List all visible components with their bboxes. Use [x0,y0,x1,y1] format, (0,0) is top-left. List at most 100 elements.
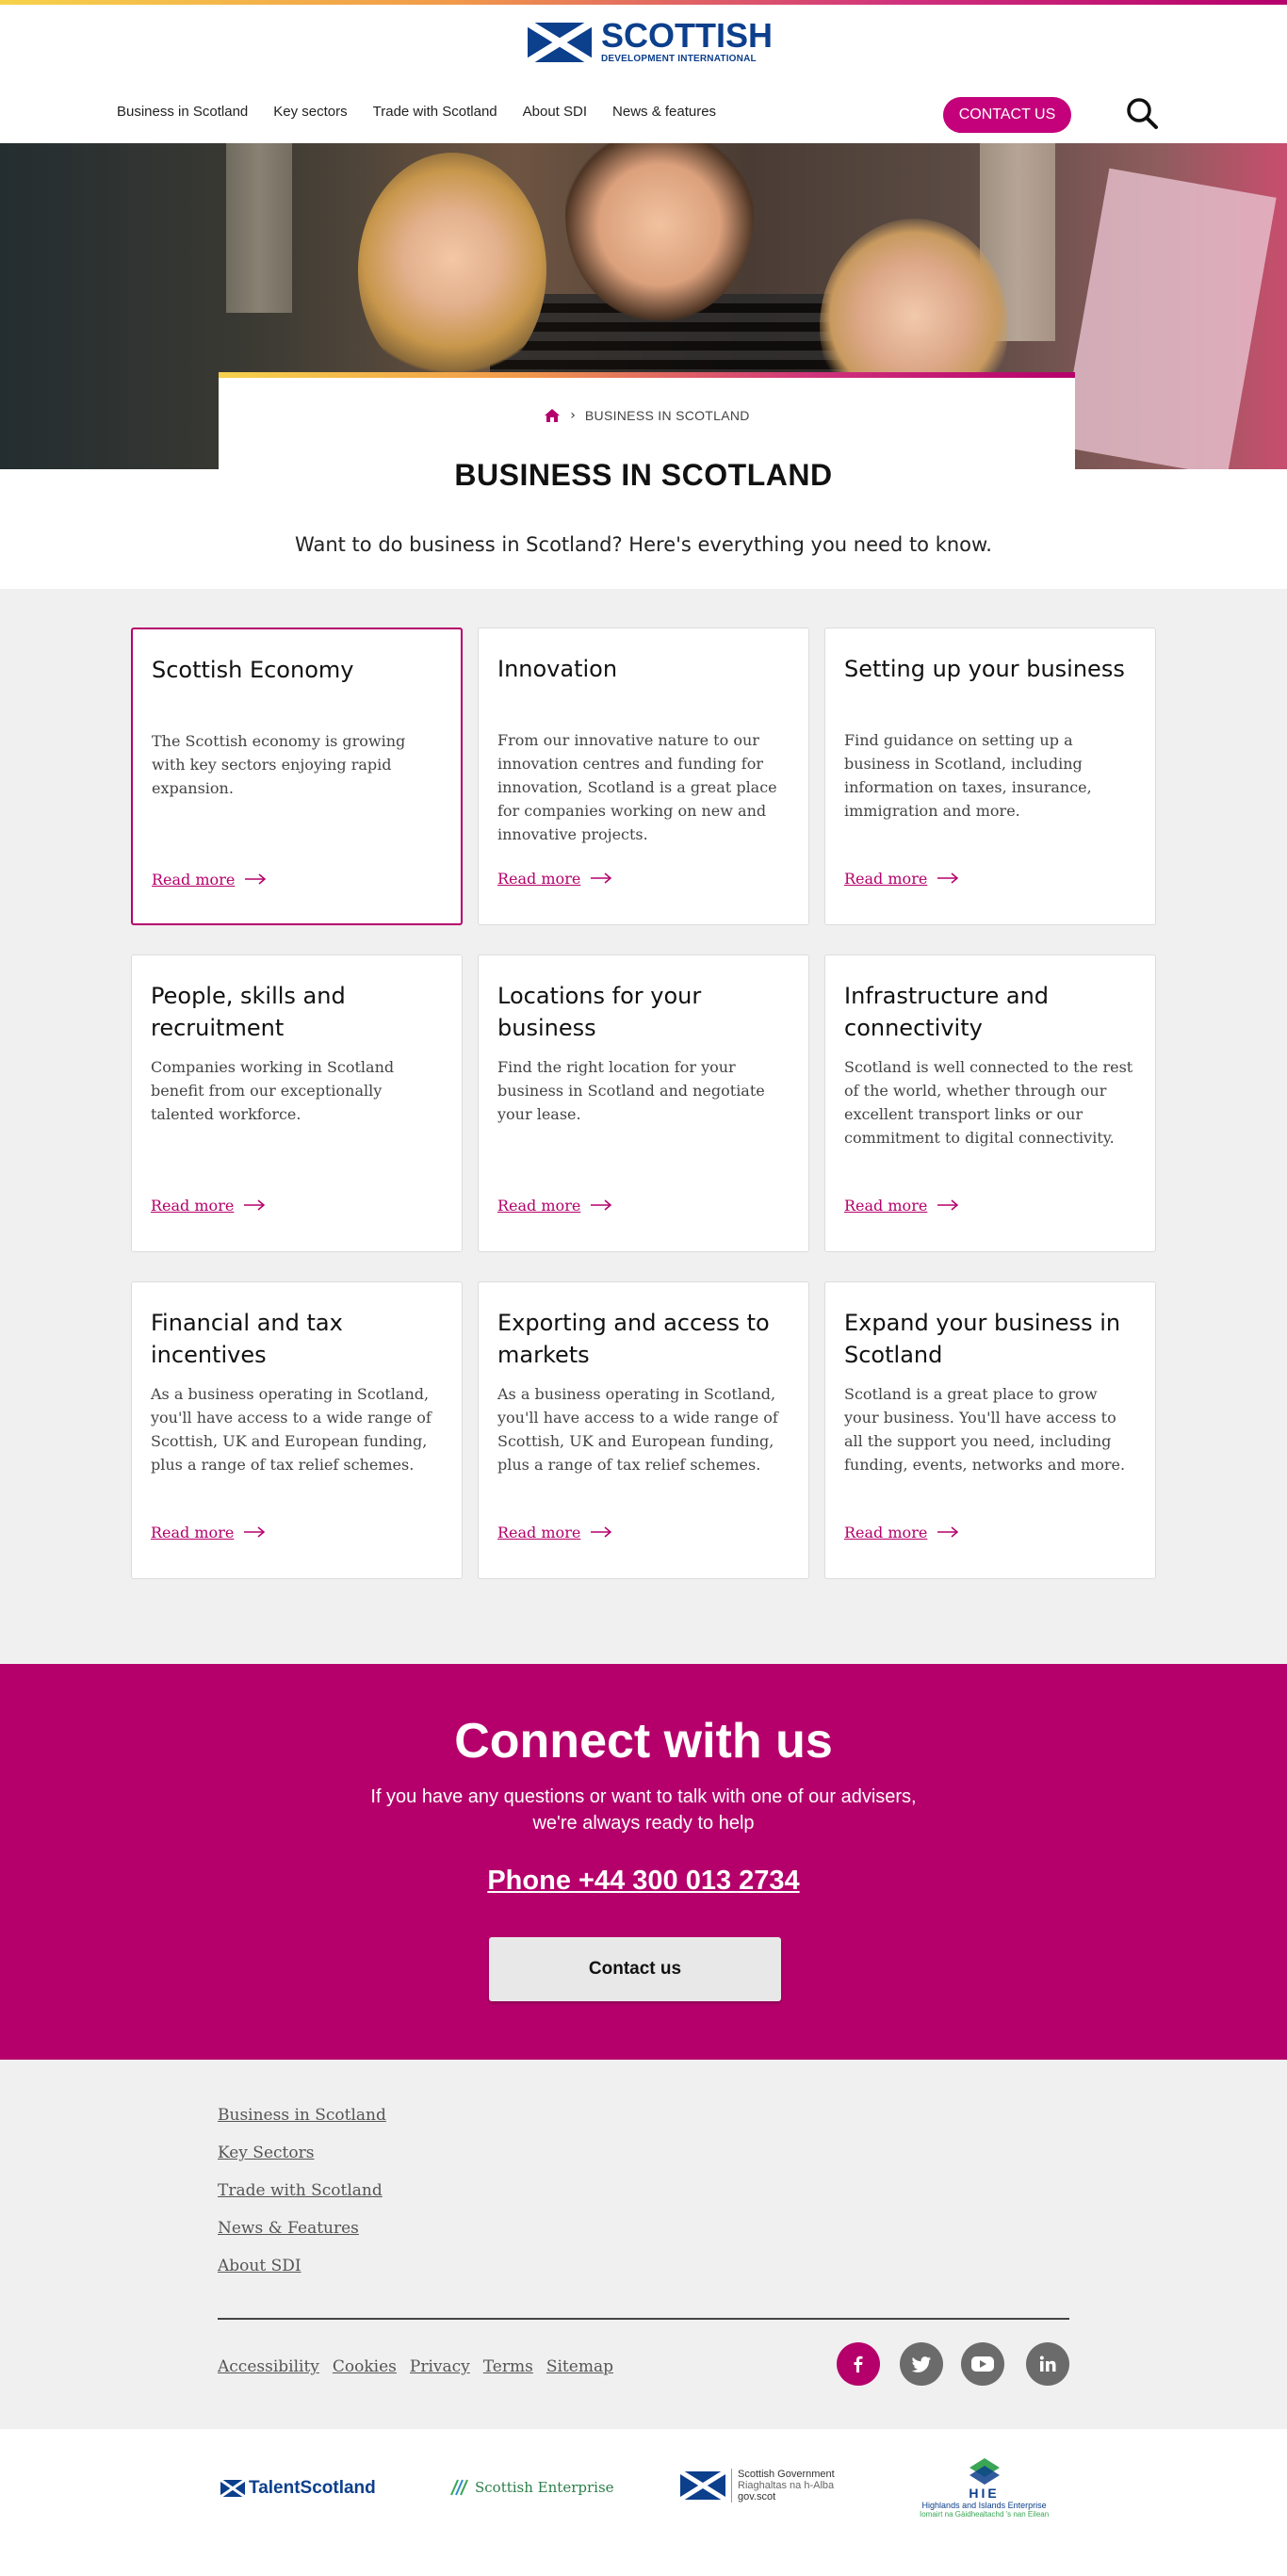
footer-divider [218,2318,1069,2320]
site-footer: Business in Scotland Key Sectors Trade w… [0,2060,1287,2429]
footer-links: Business in Scotland Key Sectors Trade w… [218,2105,386,2276]
card-people-skills[interactable]: People, skills and recruitment Companies… [131,954,463,1252]
connect-text-line2: we're always ready to help [532,1813,755,1834]
card-text: Find the right location for your busines… [497,1058,765,1123]
arrow-right-icon [937,1524,959,1541]
footer-legal-links: Accessibility Cookies Privacy Terms Site… [218,2357,613,2376]
footer-link-key-sectors[interactable]: Key Sectors [218,2143,386,2163]
connect-text-line1: If you have any questions or want to tal… [370,1786,917,1807]
scottish-enterprise-text: Scottish Enterprise [475,2479,614,2496]
contact-us-button[interactable]: CONTACT US [943,97,1071,133]
footer-link-accessibility[interactable]: Accessibility [218,2357,319,2376]
youtube-icon[interactable] [961,2342,1004,2386]
footer-link-business-in-scotland[interactable]: Business in Scotland [218,2105,386,2126]
scottish-enterprise-logo[interactable]: Scottish Enterprise [448,2476,614,2499]
footer-link-news-features[interactable]: News & Features [218,2218,386,2239]
card-financial-incentives[interactable]: Financial and tax incentives As a busine… [131,1281,463,1579]
card-text: The Scottish economy is growing with key… [152,732,406,797]
footer-link-trade-with-scotland[interactable]: Trade with Scotland [218,2180,386,2201]
card-title: Infrastructure and connectivity [844,983,1050,1041]
linkedin-icon[interactable] [1026,2342,1069,2386]
talentscotland-text: TalentScotland [249,2478,376,2498]
card-setting-up-business[interactable]: Setting up your business Find guidance o… [824,628,1156,925]
breadcrumb: › BUSINESS IN SCOTLAND [219,408,1075,423]
arrow-right-icon [590,1197,612,1215]
gov-line2: Riaghaltas na h-Alba [738,2480,835,2491]
arrow-right-icon [243,1524,266,1541]
card-locations[interactable]: Locations for your business Find the rig… [478,954,809,1252]
search-icon[interactable] [1125,96,1159,130]
card-text: Companies working in Scotland benefit fr… [151,1058,395,1123]
nav-item-key-sectors[interactable]: Key sectors [273,104,347,120]
card-infrastructure[interactable]: Infrastructure and connectivity Scotland… [824,954,1156,1252]
read-more-link[interactable]: Read more [497,870,612,888]
arrow-right-icon [937,1197,959,1215]
read-more-link[interactable]: Read more [844,1197,959,1215]
card-text: As a business operating in Scotland, you… [151,1385,432,1474]
hie-mark-icon [969,2458,1000,2485]
read-more-link[interactable]: Read more [844,1524,959,1541]
nav-item-about-sdi[interactable]: About SDI [523,104,587,120]
read-more-link[interactable]: Read more [844,870,959,888]
site-header: SCOTTISH DEVELOPMENT INTERNATIONAL Busin… [0,5,1287,143]
logo-title: SCOTTISH [601,16,774,55]
phone-link[interactable]: Phone +44 300 013 2734 [0,1866,1287,1897]
read-more-link[interactable]: Read more [497,1197,612,1215]
read-more-link[interactable]: Read more [151,1197,266,1215]
breadcrumb-card: › BUSINESS IN SCOTLAND [219,372,1075,471]
arrow-right-icon [590,1524,612,1541]
card-title: Scottish Economy [152,657,354,683]
partner-logos: TalentScotland Scottish Enterprise Scott… [0,2429,1287,2576]
arrow-right-icon [590,870,612,888]
logo-subtitle: DEVELOPMENT INTERNATIONAL [601,54,757,64]
card-scottish-economy[interactable]: Scottish Economy The Scottish economy is… [131,628,463,925]
card-innovation[interactable]: Innovation From our innovative nature to… [478,628,809,925]
card-title: Locations for your business [497,983,702,1041]
scottish-government-logo[interactable]: Scottish Government Riaghaltas na h-Alba… [680,2469,835,2503]
sdi-logo[interactable]: SCOTTISH DEVELOPMENT INTERNATIONAL [528,16,774,65]
card-title: Setting up your business [844,656,1125,682]
saltire-flag-icon [528,22,592,62]
card-title: Expand your business in Scotland [844,1310,1121,1368]
footer-link-about-sdi[interactable]: About SDI [218,2256,386,2276]
card-expand-business[interactable]: Expand your business in Scotland Scotlan… [824,1281,1156,1579]
read-more-link[interactable]: Read more [497,1524,612,1541]
card-text: Scotland is well connected to the rest o… [844,1058,1133,1147]
main-nav: Business in Scotland Key sectors Trade w… [117,104,716,120]
contact-us-cta-button[interactable]: Contact us [489,1937,781,2001]
card-title: Exporting and access to markets [497,1310,770,1368]
facebook-icon[interactable] [837,2342,880,2386]
saltire-flag-icon [680,2471,725,2500]
talentscotland-logo[interactable]: TalentScotland [220,2478,376,2499]
home-icon[interactable] [544,408,561,423]
cards-section: Scottish Economy The Scottish economy is… [0,589,1287,1664]
card-title: Innovation [497,656,618,682]
page-title: BUSINESS IN SCOTLAND [454,458,833,492]
read-more-link[interactable]: Read more [151,1524,266,1541]
card-exporting[interactable]: Exporting and access to markets As a bus… [478,1281,809,1579]
arrow-right-icon [243,1197,266,1215]
footer-link-terms[interactable]: Terms [483,2357,533,2376]
hie-logo[interactable]: HIE Highlands and Islands Enterprise Iom… [920,2457,1049,2519]
chevron-right-icon: › [570,408,576,423]
breadcrumb-current: BUSINESS IN SCOTLAND [584,408,750,423]
card-text: From our innovative nature to our innova… [497,731,777,843]
logo-text: SCOTTISH DEVELOPMENT INTERNATIONAL [601,16,774,65]
nav-item-news-features[interactable]: News & features [612,104,716,120]
twitter-icon[interactable] [900,2342,943,2386]
card-text: As a business operating in Scotland, you… [497,1385,778,1474]
footer-link-sitemap[interactable]: Sitemap [546,2357,613,2376]
saltire-flag-icon [220,2480,245,2497]
nav-item-business-in-scotland[interactable]: Business in Scotland [117,104,248,120]
enterprise-mark-icon [450,2479,468,2496]
card-text: Find guidance on setting up a business i… [844,731,1092,820]
card-text: Scotland is a great place to grow your b… [844,1385,1126,1474]
nav-item-trade-with-scotland[interactable]: Trade with Scotland [373,104,497,120]
footer-link-cookies[interactable]: Cookies [333,2357,397,2376]
gov-line1: Scottish Government [738,2469,835,2480]
card-title: People, skills and recruitment [151,983,346,1041]
arrow-right-icon [937,870,959,888]
hie-line1: Highlands and Islands Enterprise [921,2501,1047,2510]
read-more-link[interactable]: Read more [152,871,267,889]
footer-link-privacy[interactable]: Privacy [410,2357,470,2376]
